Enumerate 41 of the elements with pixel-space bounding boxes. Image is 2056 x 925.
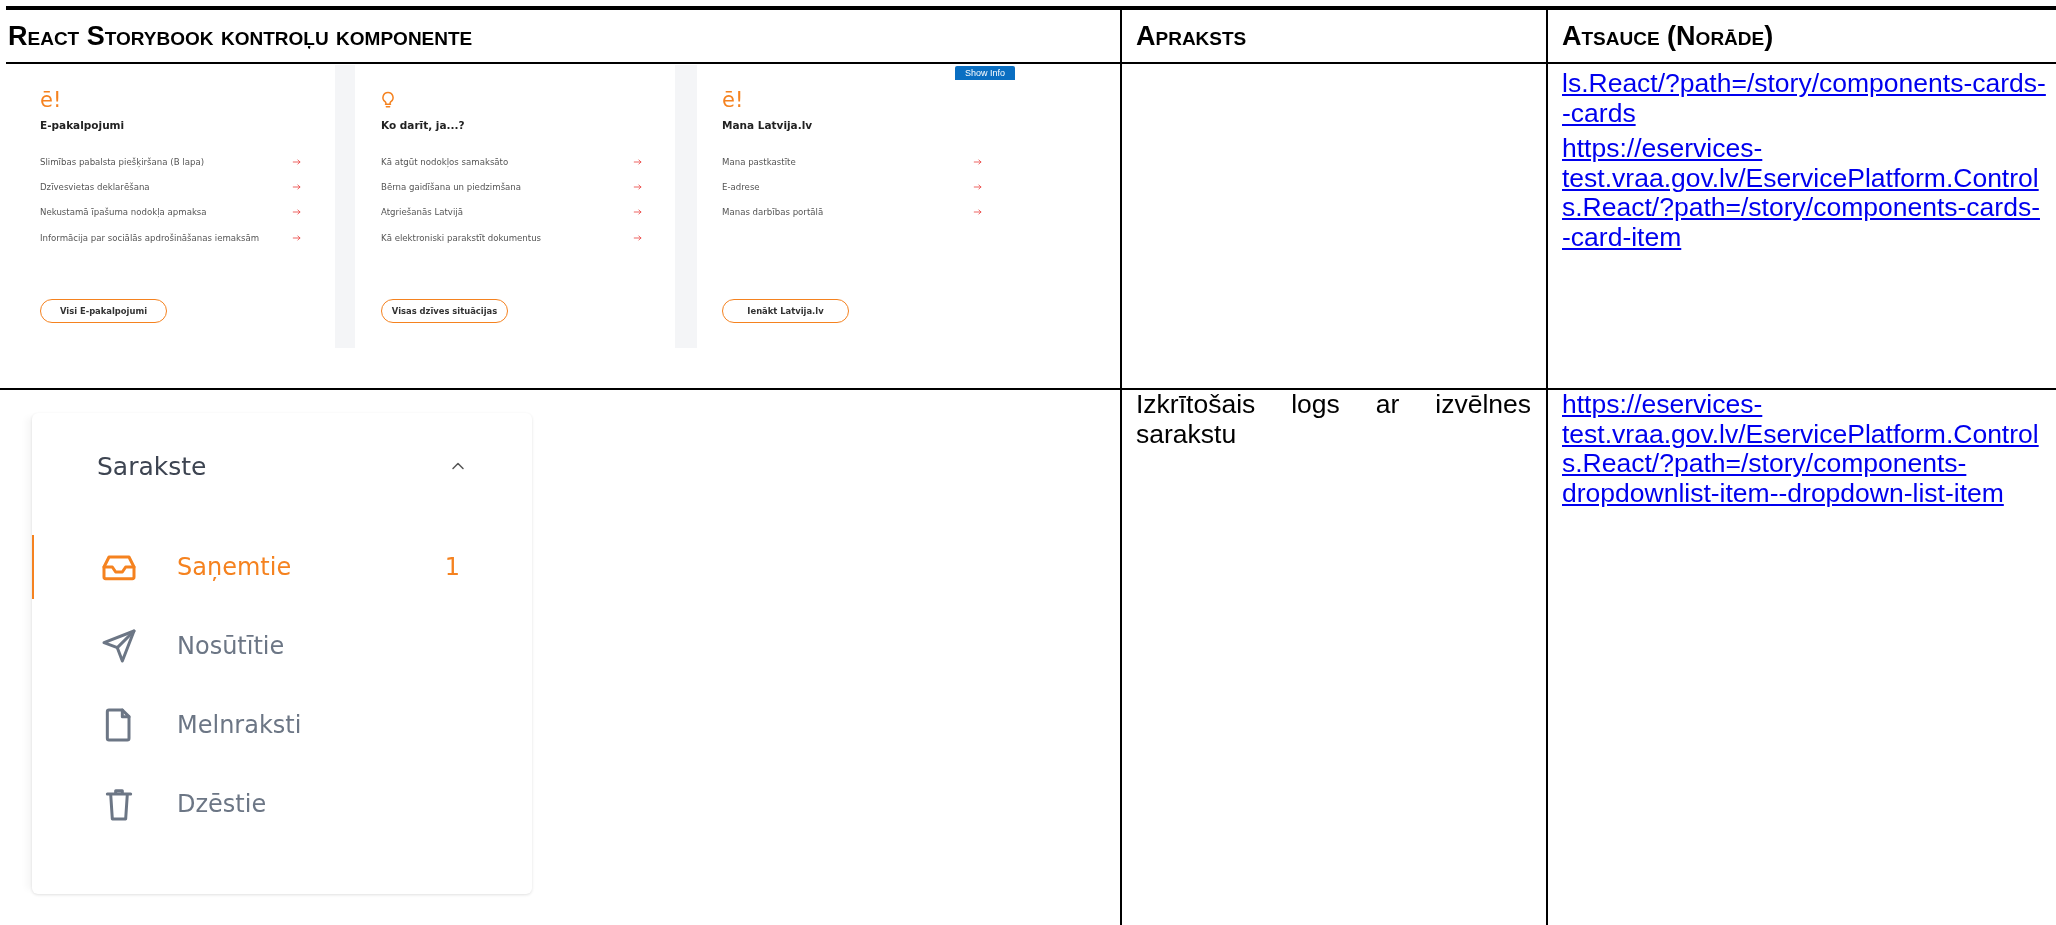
arrow-icon	[633, 232, 643, 243]
count: 1	[444, 553, 460, 581]
column-header: Apraksts	[1122, 10, 1548, 64]
card-link[interactable]: Kā atgūt nodokļos samaksāto	[381, 156, 509, 167]
arrow-icon	[633, 156, 643, 167]
card-link[interactable]: Informācija par sociālās apdrošināšanas iemaksām	[40, 232, 260, 243]
logo: ē!	[722, 89, 745, 113]
card-button[interactable]: Visas dzīves situācijas	[381, 299, 508, 323]
card-link[interactable]: Atgriešanās Latvijā	[381, 207, 463, 218]
card-link[interactable]: Mana pastkastīte	[722, 156, 796, 167]
arrow-icon	[633, 181, 643, 192]
card-button[interactable]: Visi E-pakalpojumi	[40, 299, 167, 323]
logo: ē!	[40, 89, 63, 113]
dropdown-title: Sarakste	[97, 451, 207, 481]
arrow-icon	[633, 207, 643, 218]
menu-item[interactable]: Nosūtītie	[32, 614, 532, 678]
show-info-button[interactable]: Show Info	[955, 66, 1015, 80]
column-header: Atsauce (Norāde)	[1548, 10, 2056, 64]
card-title: Mana Latvija.lv	[722, 119, 814, 133]
card-button[interactable]: Ienākt Latvija.lv	[722, 299, 849, 323]
link[interactable]: https://eservices-test.vraa.gov.lv/EservicePlatform.Controls.React/?path=/story/components-dropdownlist-item--dropdown-list-item	[1562, 390, 2046, 508]
arrow-icon	[292, 207, 302, 218]
arrow-icon	[973, 181, 983, 192]
link[interactable]: https://eservices-test.vraa.gov.lv/EservicePlatform.Controls.React/?path=/story/components-cards--card-item	[1562, 134, 2046, 252]
card-link[interactable]: Nekustamā īpašuma nodokļa apmaksa	[40, 207, 207, 218]
card-title: E-pakalpojumi	[40, 119, 126, 133]
arrow-icon	[292, 156, 302, 167]
card-link[interactable]: Manas darbības portālā	[722, 207, 824, 218]
arrow-icon	[292, 232, 302, 243]
arrow-icon	[973, 207, 983, 218]
card-title: Ko darīt, ja...?	[381, 119, 466, 133]
arrow-icon	[292, 181, 302, 192]
card-link[interactable]: Slimības pabalsta piešķiršana (B lapa)	[40, 156, 204, 167]
description-text: Izkrītošais logs ar izvēlnes sarakstu	[1135, 390, 1532, 449]
card-link[interactable]: Bērna gaidīšana un piedzimšana	[381, 181, 522, 192]
arrow-icon	[973, 156, 983, 167]
menu-item[interactable]: Dzēstie	[32, 772, 532, 836]
menu-item[interactable]: Melnraksti	[32, 693, 532, 757]
card-link[interactable]: Kā elektroniski parakstīt dokumentus	[381, 232, 542, 243]
card-link[interactable]: E-adrese	[722, 181, 760, 192]
card-link[interactable]: Dzīvesvietas deklarēšana	[40, 181, 150, 192]
